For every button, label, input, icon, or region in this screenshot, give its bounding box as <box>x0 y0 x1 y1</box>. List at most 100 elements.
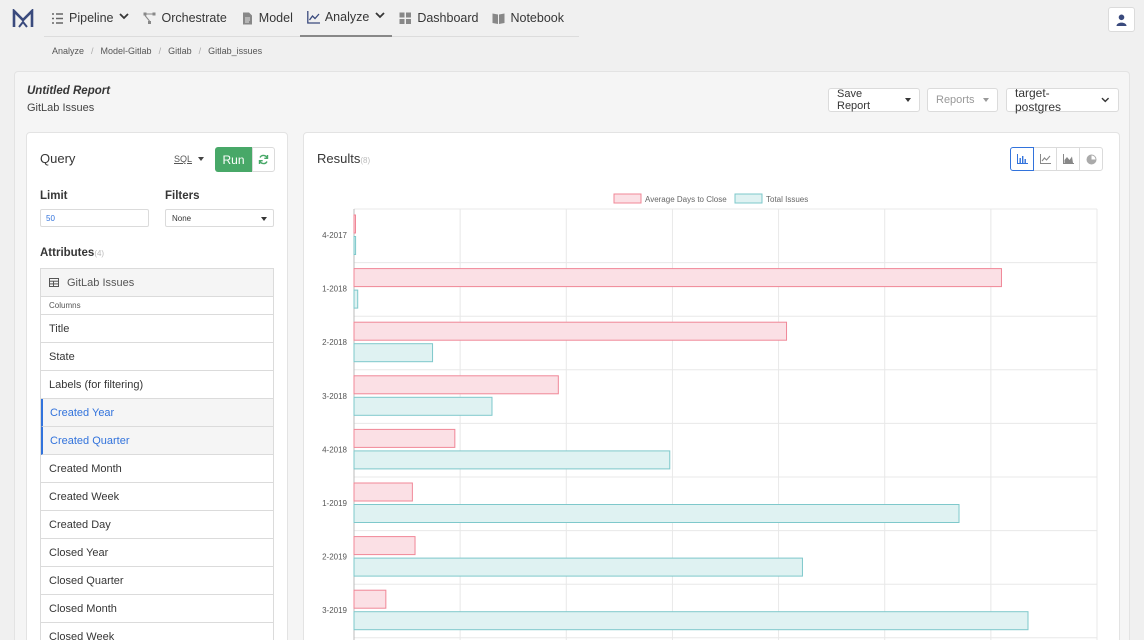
chevron-down-icon <box>375 12 385 22</box>
nav-item-model[interactable]: Model <box>234 0 300 37</box>
bar <box>353 536 416 556</box>
attributes-label: Attributes <box>40 247 95 259</box>
list-icon <box>51 12 64 25</box>
column-item[interactable]: Closed Week <box>41 623 273 640</box>
grid-icon <box>399 12 412 25</box>
bar <box>353 482 413 502</box>
chevron-down-icon <box>119 13 130 23</box>
user-icon <box>1116 14 1127 26</box>
line-chart-icon <box>1039 154 1051 164</box>
chevron-down-icon <box>982 98 989 102</box>
column-item[interactable]: Created Year <box>41 399 273 427</box>
column-item[interactable]: Created Month <box>41 455 273 483</box>
breadcrumb-separator: / <box>158 46 162 56</box>
chevron-down-icon <box>905 98 911 102</box>
reports-label: Reports <box>936 94 975 106</box>
legend-label: Total Issues <box>766 195 808 204</box>
chart-type-toggle <box>1010 147 1103 171</box>
file-icon <box>241 12 254 25</box>
limit-label: Limit <box>40 190 68 202</box>
tick-label: 1-2018 <box>322 285 347 294</box>
nav-item-label: Orchestrate <box>161 11 227 25</box>
filters-select[interactable]: None <box>165 209 274 227</box>
legend-swatch <box>613 193 642 204</box>
tick-label: 3-2018 <box>322 392 347 401</box>
column-item[interactable]: Created Week <box>41 483 273 511</box>
pie-chart-button[interactable] <box>1079 147 1103 171</box>
column-item[interactable]: Closed Quarter <box>41 567 273 595</box>
bar <box>353 214 356 234</box>
breadcrumb-separator: / <box>91 46 94 56</box>
nav-item-notebook[interactable]: Notebook <box>485 0 571 37</box>
attributes-count: (4) <box>94 249 105 258</box>
sql-label: SQL <box>174 154 193 164</box>
nav-item-pipeline[interactable]: Pipeline <box>44 0 136 37</box>
results-title: Results <box>317 151 361 166</box>
table-header[interactable]: GitLab Issues <box>41 269 273 297</box>
legend-label: Average Days to Close <box>645 195 727 204</box>
bar-chart-button[interactable] <box>1010 147 1034 171</box>
report-subtitle: GitLab Issues <box>27 102 95 114</box>
tick-label: 3-2019 <box>322 606 347 615</box>
column-item[interactable]: Closed Month <box>41 595 273 623</box>
bar <box>353 557 803 577</box>
save-report-label: Save Report <box>837 88 871 112</box>
connection-dropdown[interactable]: target-postgres <box>1006 86 1119 114</box>
area-chart-icon <box>1062 154 1074 164</box>
breadcrumb-item[interactable]: Gitlab <box>168 46 192 56</box>
save-report-button[interactable]: Save Report <box>828 88 920 112</box>
bar <box>353 589 387 609</box>
column-item[interactable]: Created Day <box>41 511 273 539</box>
bar <box>353 428 456 448</box>
breadcrumb-item[interactable]: Gitlab_issues <box>208 46 262 56</box>
tick-label: 1-2019 <box>322 499 347 508</box>
breadcrumb-item[interactable]: Analyze <box>52 46 84 56</box>
filters-label: Filters <box>165 190 200 202</box>
pie-chart-icon <box>1086 154 1096 164</box>
tick-label: 2-2018 <box>322 338 347 347</box>
chevron-down-icon <box>261 217 267 221</box>
results-panel: Results(8) Average Days to Close Total Is… <box>303 132 1120 640</box>
filters-value: None <box>172 213 192 223</box>
bar-chart-icon <box>1016 154 1028 164</box>
auto-run-toggle[interactable] <box>252 147 275 172</box>
nav-item-analyze[interactable]: Analyze <box>299 0 393 37</box>
book-icon <box>492 12 505 25</box>
results-heading: Results(8) <box>317 151 370 166</box>
nav-item-orchestrate[interactable]: Orchestrate <box>136 0 233 37</box>
nav-item-dashboard[interactable]: Dashboard <box>392 0 485 37</box>
limit-input[interactable]: 50 <box>40 209 149 227</box>
table-name: GitLab Issues <box>67 276 135 289</box>
reports-dropdown[interactable]: Reports <box>927 88 998 112</box>
column-item[interactable]: Closed Year <box>41 539 273 567</box>
bar <box>353 343 434 363</box>
breadcrumb: Analyze / Model-Gitlab / Gitlab / Gitlab_issue… <box>52 46 262 56</box>
top-navbar: Pipeline Orchestrate Model Analyze Dashboard… <box>0 0 1144 38</box>
tick-label: 2-2019 <box>322 553 347 562</box>
column-item[interactable]: Labels (for filtering) <box>41 371 273 399</box>
breadcrumb-separator: / <box>198 46 202 56</box>
line-chart-button[interactable] <box>1033 147 1057 171</box>
user-menu-button[interactable] <box>1108 7 1135 32</box>
column-item[interactable]: Created Quarter <box>41 427 273 455</box>
sql-toggle[interactable]: SQL <box>174 154 205 164</box>
breadcrumb-item[interactable]: Model-Gitlab <box>101 46 152 56</box>
bar <box>353 236 357 255</box>
attributes-heading: Attributes(4) <box>40 247 104 259</box>
results-bar-chart: Average Days to Close Total Issues 4-2017 1… <box>322 193 1098 640</box>
connection-label: target-postgres <box>1015 86 1062 114</box>
nav-item-label: Dashboard <box>417 11 479 25</box>
column-item[interactable]: State <box>41 343 273 371</box>
refresh-icon <box>258 154 269 165</box>
bar <box>353 504 960 523</box>
line-chart-icon <box>306 10 320 24</box>
run-button[interactable]: Run <box>215 147 252 172</box>
report-title: Untitled Report <box>27 85 111 97</box>
nav-item-label: Notebook <box>510 11 564 25</box>
meltano-logo[interactable] <box>12 9 34 29</box>
report-panel: Untitled Report GitLab Issues Save Repor… <box>14 71 1130 640</box>
columns-list: Title State Labels (for filtering) Created … <box>41 315 273 640</box>
query-title: Query <box>40 151 76 166</box>
area-chart-button[interactable] <box>1056 147 1080 171</box>
column-item[interactable]: Title <box>41 315 273 343</box>
